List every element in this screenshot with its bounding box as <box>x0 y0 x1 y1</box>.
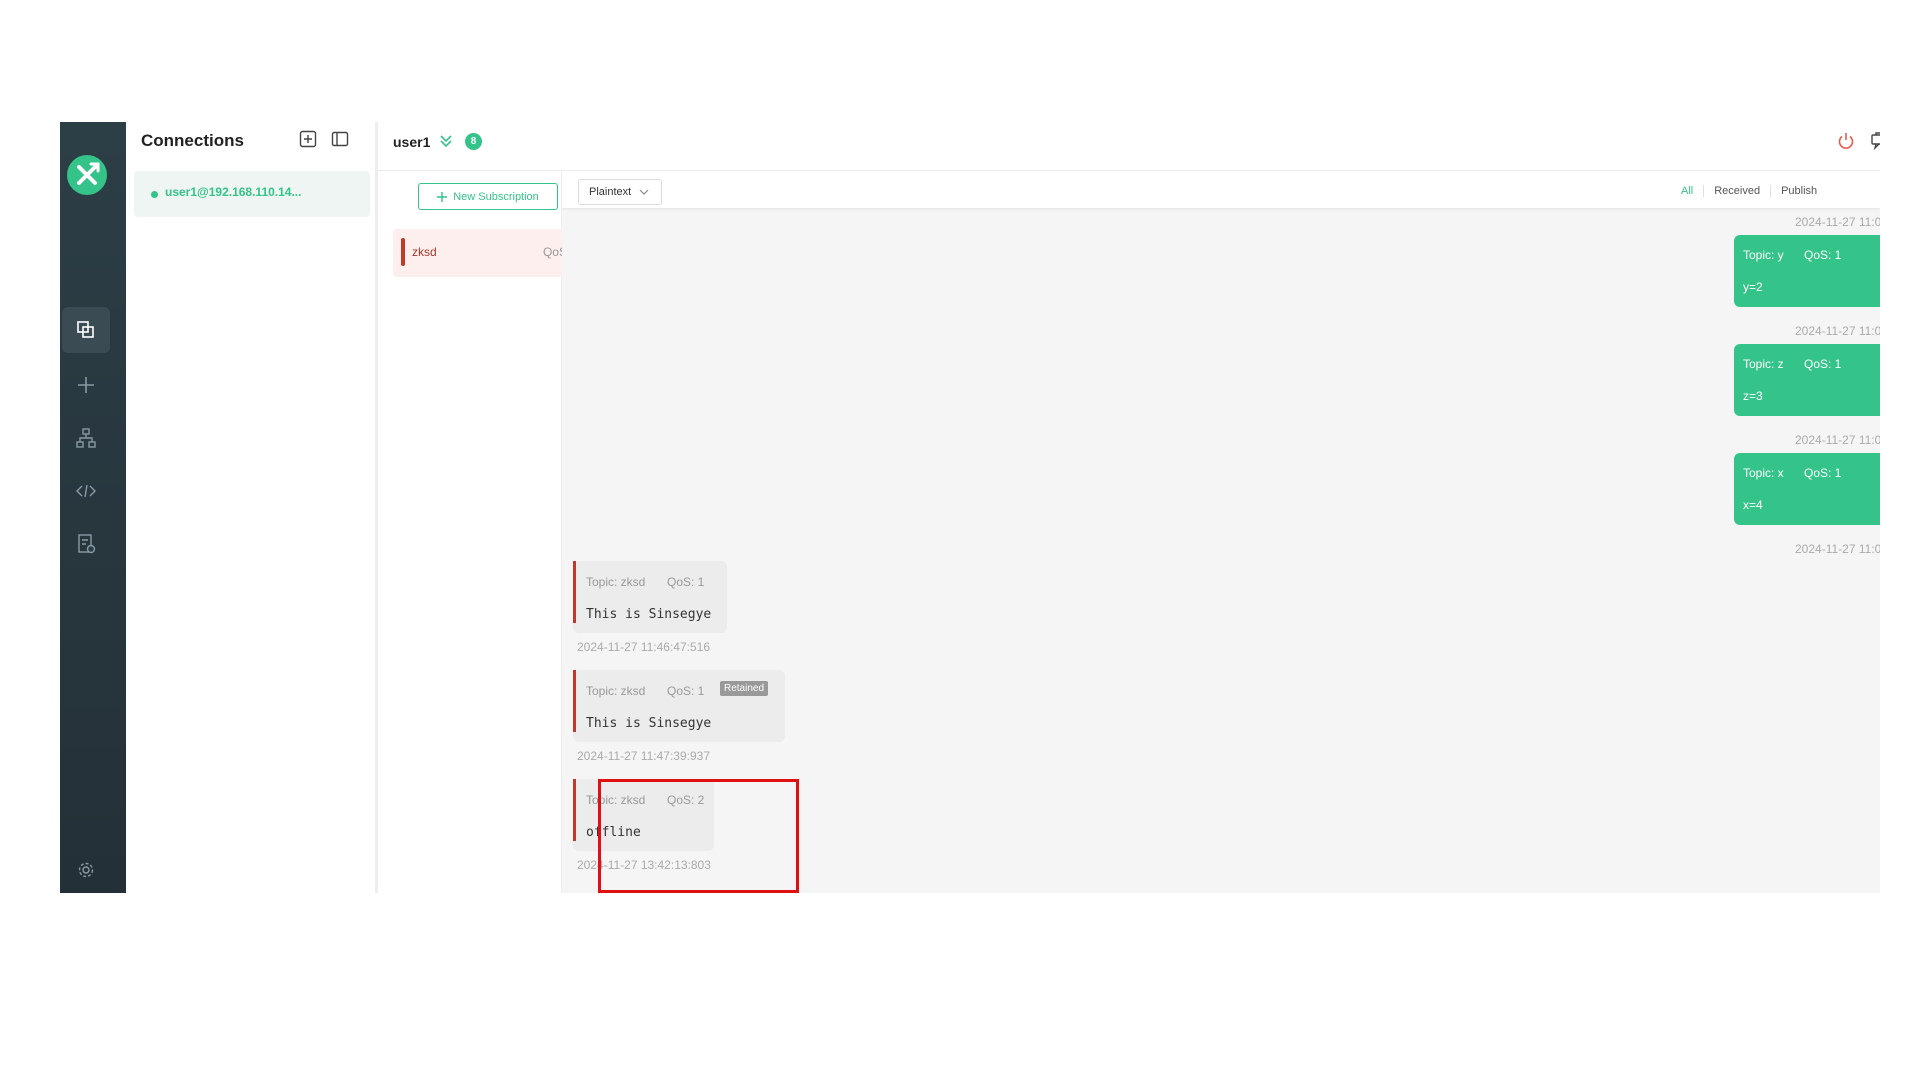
payload-format-select[interactable]: Plaintext <box>578 179 662 205</box>
connection-label: user1@192.168.110.14... <box>165 185 302 199</box>
message-qos: QoS: 1 <box>1804 248 1842 262</box>
new-subscription-button[interactable]: New Subscription <box>418 183 558 210</box>
message-timestamp: 2024-11-27 11:46:47:516 <box>577 640 711 654</box>
messages-toolbar: Plaintext All Received Publish <box>562 171 1880 208</box>
filter-tab-received[interactable]: Received <box>1703 185 1770 197</box>
message-topic: Topic: zksd <box>586 684 646 698</box>
message-qos: QoS: 1 <box>1804 466 1842 480</box>
filter-tab-published[interactable]: Publish <box>1770 185 1827 197</box>
add-folder-icon[interactable] <box>299 130 317 148</box>
message-payload: This is Sinsegye <box>586 607 712 622</box>
retained-badge: Retained <box>720 681 769 696</box>
connections-panel: Connections user1@192.168.110.14... <box>126 122 378 893</box>
message-topic: Topic: y <box>1743 248 1784 262</box>
connection-item[interactable]: user1@192.168.110.14... <box>134 171 370 217</box>
received-message[interactable]: Topic: zksd QoS: 1 This is Sinsegye <box>573 561 727 633</box>
plus-icon <box>78 377 94 393</box>
app-logo-icon <box>67 155 107 195</box>
connected-status-dot <box>151 191 158 198</box>
mqttx-app-window: Connections user1@192.168.110.14... user… <box>60 122 1880 893</box>
connection-header: user1 8 <box>378 122 1880 171</box>
settings-nav-button[interactable] <box>62 847 110 893</box>
message-topic: Topic: z <box>1743 357 1784 371</box>
received-color-bar <box>573 779 576 841</box>
message-topic: Topic: zksd <box>586 575 646 589</box>
subscription-item[interactable]: zksd QoS 2 <box>393 229 585 277</box>
gear-icon <box>78 862 94 878</box>
subscription-topic: zksd <box>412 245 437 259</box>
topology-nav-button[interactable] <box>62 415 110 461</box>
message-payload: y=2 <box>1743 280 1763 294</box>
received-color-bar <box>573 561 576 623</box>
log-nav-button[interactable] <box>62 521 110 567</box>
message-timestamp: 2024-11-27 11:47:39:937 <box>577 749 711 763</box>
published-message[interactable]: Topic: y QoS: 1 y=2 <box>1734 235 1880 307</box>
code-icon <box>76 484 96 498</box>
connection-title: user1 <box>393 134 431 150</box>
received-message[interactable]: Topic: zksd QoS: 1 Retained This is Sins… <box>573 670 785 742</box>
message-qos: QoS: 1 <box>1804 357 1842 371</box>
subscription-color-bar <box>401 238 405 266</box>
script-nav-button[interactable] <box>62 468 110 514</box>
connections-actions <box>299 130 349 148</box>
chevron-down-icon <box>639 189 649 195</box>
double-chevron-down-icon[interactable] <box>438 133 454 149</box>
collapse-panel-icon[interactable] <box>331 130 349 148</box>
connections-icon <box>77 321 94 338</box>
published-message[interactable]: Topic: z QoS: 1 z=3 <box>1734 344 1880 416</box>
published-message[interactable]: Topic: x QoS: 1 x=4 <box>1734 453 1880 525</box>
payload-format-value: Plaintext <box>589 186 632 198</box>
header-actions <box>1836 131 1880 151</box>
plus-icon <box>437 191 448 202</box>
message-payload: z=3 <box>1743 389 1763 403</box>
received-color-bar <box>573 670 576 732</box>
subscriptions-panel: New Subscription zksd QoS 2 <box>378 171 585 893</box>
message-timestamp: 2024-11-27 11:06:34:7 <box>1795 542 1880 556</box>
message-payload: This is Sinsegye <box>586 716 712 731</box>
disconnect-power-icon[interactable] <box>1836 131 1856 151</box>
filter-tab-all[interactable]: All <box>1681 185 1703 197</box>
network-icon <box>76 428 96 448</box>
connections-title: Connections <box>141 131 244 150</box>
message-payload: x=4 <box>1743 498 1763 512</box>
message-topic: Topic: x <box>1743 466 1784 480</box>
connections-nav-button[interactable] <box>62 307 110 353</box>
message-qos: QoS: 1 <box>667 575 705 589</box>
message-filter-tabs: All Received Publish <box>1681 185 1827 197</box>
highlight-annotation-box <box>598 779 799 893</box>
left-rail <box>60 122 126 893</box>
message-count-badge: 8 <box>465 133 482 150</box>
message-timestamp: 2024-11-27 11:06:27:1 <box>1795 433 1880 447</box>
log-icon <box>78 534 96 554</box>
message-timestamp: 2024-11-27 11:06:14:8 <box>1795 324 1880 338</box>
new-window-icon[interactable] <box>1870 131 1880 151</box>
message-qos: QoS: 1 <box>667 684 705 698</box>
new-subscription-label: New Subscription <box>453 190 539 203</box>
message-timestamp: 2024-11-27 11:06:05:30 <box>1795 215 1880 229</box>
new-connection-nav-button[interactable] <box>62 362 110 408</box>
